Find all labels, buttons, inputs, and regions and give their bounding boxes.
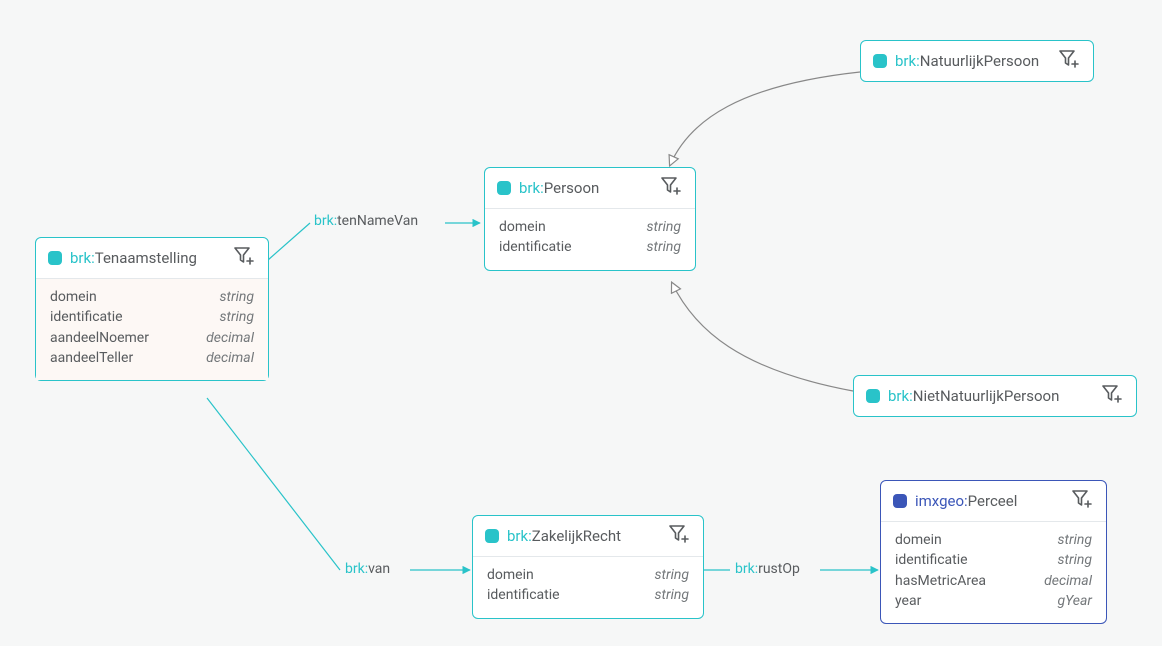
- class-icon: [48, 251, 62, 265]
- node-body: domein string identificatie string: [473, 557, 703, 618]
- node-title: brk:Tenaamstelling: [70, 249, 226, 267]
- filter-add-icon[interactable]: [234, 247, 256, 269]
- node-natuurlijk-persoon[interactable]: brk:NatuurlijkPersoon: [860, 40, 1094, 82]
- attr-name: year: [895, 591, 921, 611]
- attr-row: domein string: [499, 217, 681, 237]
- node-header: brk:NietNatuurlijkPersoon: [854, 376, 1136, 416]
- node-header: brk:ZakelijkRecht: [473, 516, 703, 557]
- attr-name: domein: [499, 217, 546, 237]
- attr-type: gYear: [1057, 591, 1092, 611]
- attr-row: aandeelNoemer decimal: [50, 328, 254, 348]
- attr-name: identificatie: [895, 550, 968, 570]
- edge-label-ten-name-van[interactable]: brk:tenNameVan: [314, 213, 418, 229]
- edge-name: tenNameVan: [337, 213, 418, 229]
- attr-type: decimal: [1044, 571, 1092, 591]
- attr-row: identificatie string: [895, 550, 1092, 570]
- attr-type: string: [647, 237, 681, 257]
- prefix: brk:: [507, 527, 532, 545]
- filter-add-icon[interactable]: [1059, 50, 1081, 72]
- class-icon: [497, 181, 511, 195]
- class-icon: [866, 389, 880, 403]
- node-title: brk:NietNatuurlijkPersoon: [888, 387, 1094, 405]
- node-tenaamstelling[interactable]: brk:Tenaamstelling domein string identifi…: [35, 237, 269, 381]
- prefix: brk:: [735, 561, 758, 577]
- filter-add-icon[interactable]: [1072, 490, 1094, 512]
- node-body: domein string identificatie string hasMetr…: [881, 522, 1106, 623]
- class-name: ZakelijkRecht: [532, 527, 621, 545]
- attr-type: string: [1058, 550, 1092, 570]
- attr-row: hasMetricArea decimal: [895, 571, 1092, 591]
- attr-row: domein string: [50, 287, 254, 307]
- attr-name: hasMetricArea: [895, 571, 986, 591]
- class-icon: [873, 54, 887, 68]
- attr-type: string: [655, 585, 689, 605]
- node-niet-natuurlijk-persoon[interactable]: brk:NietNatuurlijkPersoon: [853, 375, 1137, 417]
- class-name: Tenaamstelling: [95, 249, 197, 267]
- filter-add-icon[interactable]: [669, 525, 691, 547]
- edge-label-rust-op[interactable]: brk:rustOp: [735, 561, 800, 577]
- attr-type: string: [647, 217, 681, 237]
- attr-row: identificatie string: [487, 585, 689, 605]
- node-header: brk:Tenaamstelling: [36, 238, 268, 279]
- attr-row: domein string: [895, 530, 1092, 550]
- diagram-canvas: brk:Tenaamstelling domeinstring identifi…: [0, 0, 1162, 646]
- prefix: brk:: [888, 387, 913, 405]
- attr-name: domein: [487, 565, 534, 585]
- prefix: brk:: [519, 179, 544, 197]
- attr-row: identificatie string: [499, 237, 681, 257]
- attr-type: string: [655, 565, 689, 585]
- attr-name: aandeelTeller: [50, 348, 133, 368]
- attr-name: domein: [895, 530, 942, 550]
- attr-type: string: [1058, 530, 1092, 550]
- attr-name: domein: [50, 287, 97, 307]
- attr-name: aandeelNoemer: [50, 328, 149, 348]
- attr-type: string: [220, 287, 254, 307]
- node-persoon[interactable]: brk:Persoon domein string identificatie st…: [484, 167, 696, 271]
- filter-add-icon[interactable]: [1102, 385, 1124, 407]
- prefix: brk:: [895, 52, 920, 70]
- node-title: imxgeo:Perceel: [915, 492, 1064, 510]
- node-body: domein string identificatie string aandeel…: [36, 279, 268, 380]
- attr-name: identificatie: [50, 307, 123, 327]
- filter-add-icon[interactable]: [661, 177, 683, 199]
- class-name: NatuurlijkPersoon: [920, 52, 1039, 70]
- edge-name: rustOp: [758, 561, 800, 577]
- prefix: brk:: [314, 213, 337, 229]
- node-title: brk:Persoon: [519, 179, 653, 197]
- attr-row: aandeelTeller decimal: [50, 348, 254, 368]
- node-header: imxgeo:Perceel: [881, 481, 1106, 522]
- class-name: Perceel: [968, 492, 1018, 510]
- attr-type: decimal: [206, 328, 254, 348]
- class-icon: [485, 529, 499, 543]
- node-header: brk:Persoon: [485, 168, 695, 209]
- node-zakelijk-recht[interactable]: brk:ZakelijkRecht domein string identific…: [472, 515, 704, 619]
- attr-type: string: [220, 307, 254, 327]
- node-title: brk:ZakelijkRecht: [507, 527, 661, 545]
- attr-name: identificatie: [499, 237, 572, 257]
- attr-row: domein string: [487, 565, 689, 585]
- attr-type: decimal: [206, 348, 254, 368]
- edge-name: van: [368, 561, 390, 577]
- attr-name: identificatie: [487, 585, 560, 605]
- node-header: brk:NatuurlijkPersoon: [861, 41, 1093, 81]
- prefix: brk:: [70, 249, 95, 267]
- attr-row: identificatie string: [50, 307, 254, 327]
- class-icon: [893, 494, 907, 508]
- node-title: brk:NatuurlijkPersoon: [895, 52, 1051, 70]
- edge-label-van[interactable]: brk:van: [345, 561, 390, 577]
- class-name: Persoon: [544, 179, 600, 197]
- prefix: imxgeo:: [915, 492, 968, 510]
- attr-row: year gYear: [895, 591, 1092, 611]
- node-perceel[interactable]: imxgeo:Perceel domein string identificati…: [880, 480, 1107, 624]
- class-name: NietNatuurlijkPersoon: [913, 387, 1060, 405]
- node-body: domein string identificatie string: [485, 209, 695, 270]
- prefix: brk:: [345, 561, 368, 577]
